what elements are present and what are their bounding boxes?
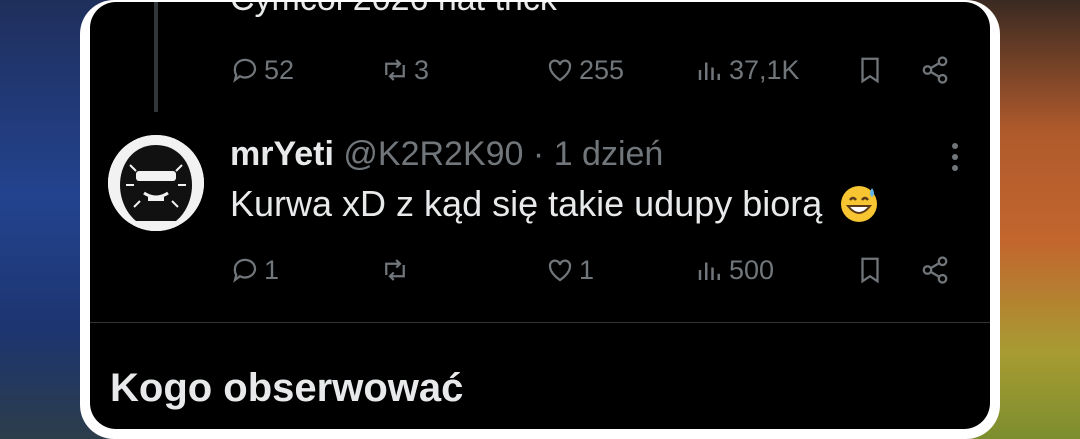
bookmark-button[interactable] bbox=[855, 250, 885, 290]
views-button[interactable]: 37,1K bbox=[695, 50, 800, 90]
bookmark-button[interactable] bbox=[855, 50, 885, 90]
views-chart-icon bbox=[698, 262, 720, 280]
reply-button[interactable]: 1 bbox=[230, 250, 279, 290]
views-chart-icon bbox=[698, 62, 720, 80]
tweet-actions: 1 1 500 bbox=[230, 250, 960, 290]
user-handle[interactable]: @K2R2K90 bbox=[343, 135, 523, 173]
repost-count: 3 bbox=[414, 54, 430, 85]
section-divider bbox=[90, 322, 990, 323]
thread-connector-line bbox=[154, 2, 158, 112]
app-screen: Cymcol 2026 hat trick 52 3 255 37,1K bbox=[90, 2, 990, 429]
more-options-button[interactable] bbox=[940, 138, 970, 178]
like-button[interactable]: 1 bbox=[545, 250, 594, 290]
share-button[interactable] bbox=[920, 50, 950, 90]
share-button[interactable] bbox=[920, 250, 950, 290]
reply-icon bbox=[233, 258, 257, 283]
avatar[interactable] bbox=[108, 135, 204, 231]
previous-tweet-actions: 52 3 255 37,1K bbox=[230, 50, 960, 90]
tweet-text: Kurwa xD z kąd się takie udupy biorą bbox=[230, 182, 880, 225]
reply-button[interactable]: 52 bbox=[230, 50, 294, 90]
reply-count: 1 bbox=[264, 254, 280, 285]
heart-icon bbox=[548, 259, 572, 282]
display-name[interactable]: mrYeti bbox=[230, 135, 334, 173]
previous-tweet-text: Cymcol 2026 hat trick bbox=[230, 2, 557, 19]
heart-icon bbox=[548, 59, 572, 82]
repost-icon bbox=[385, 59, 405, 81]
repost-button[interactable]: 3 bbox=[380, 50, 429, 90]
like-count: 255 bbox=[579, 54, 625, 85]
reply-count: 52 bbox=[264, 54, 295, 85]
tweet-time[interactable]: 1 dzień bbox=[554, 135, 664, 173]
share-icon bbox=[922, 56, 948, 84]
more-vertical-icon bbox=[952, 143, 958, 171]
repost-button[interactable] bbox=[380, 250, 414, 290]
who-to-follow-heading: Kogo obserwować bbox=[110, 366, 464, 410]
repost-icon bbox=[385, 259, 405, 281]
meta-separator: · bbox=[532, 135, 545, 173]
views-button[interactable]: 500 bbox=[695, 250, 774, 290]
yeti-avatar-image bbox=[108, 135, 204, 231]
tweet-header: mrYeti @K2R2K90 · 1 dzień bbox=[230, 135, 663, 174]
like-button[interactable]: 255 bbox=[545, 50, 624, 90]
share-icon bbox=[922, 256, 948, 284]
like-count: 1 bbox=[579, 254, 595, 285]
views-count: 500 bbox=[729, 254, 775, 285]
grinning-sweat-emoji bbox=[841, 186, 878, 222]
tweet-body: Kurwa xD z kąd się takie udupy biorą bbox=[230, 183, 823, 224]
views-count: 37,1K bbox=[729, 54, 800, 85]
reply-icon bbox=[233, 58, 257, 83]
bookmark-icon bbox=[861, 257, 879, 284]
bookmark-icon bbox=[861, 57, 879, 84]
